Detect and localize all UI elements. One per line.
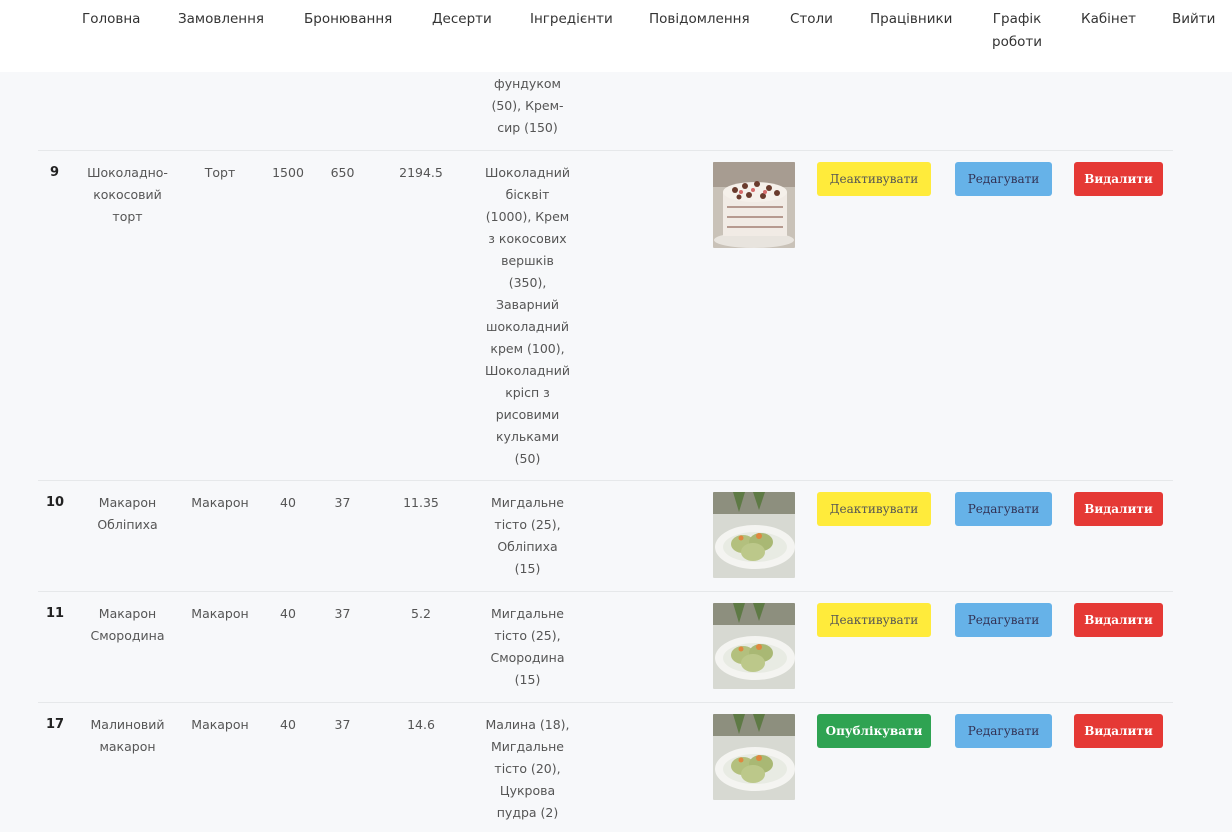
dessert-price: 2194.5 (399, 165, 443, 180)
delete-button[interactable]: Видалити (1074, 492, 1163, 526)
dessert-type: Макарон (191, 495, 249, 510)
dessert-name: Малиновий макарон (90, 717, 165, 754)
edit-button[interactable]: Редагувати (955, 492, 1052, 526)
dessert-type: Макарон (191, 717, 249, 732)
dessert-weight: 40 (280, 606, 296, 621)
nav-staff[interactable]: Працівники (870, 8, 952, 31)
top-navbar: Головна Замовлення Бронювання Десерти Ін… (0, 0, 1232, 72)
desserts-table: фундуком (50), Крем- сир (150) 9 Шоколад… (0, 72, 1232, 832)
nav-reservations[interactable]: Бронювання (304, 8, 392, 31)
row-divider (38, 702, 1173, 703)
dessert-price: 14.6 (407, 717, 435, 732)
dessert-type: Торт (204, 165, 236, 180)
dessert-name: Макарон Обліпиха (97, 495, 158, 532)
dessert-id: 17 (46, 717, 65, 732)
nav-tables[interactable]: Столи (790, 8, 833, 31)
dessert-price: 11.35 (403, 495, 439, 510)
table-row: 11 Макарон Смородина Макарон 40 37 5.2 М… (0, 591, 1232, 701)
nav-messages[interactable]: Повідомлення (649, 8, 750, 31)
table-row: 17 Малиновий макарон Макарон 40 37 14.6 … (0, 702, 1232, 832)
row-divider (38, 480, 1173, 481)
dessert-price: 5.2 (411, 606, 431, 621)
dessert-id: 9 (50, 165, 60, 180)
dessert-id: 10 (46, 495, 65, 510)
ingredients-cell: Шоколадний бісквіт (1000), Крем з кокосо… (485, 165, 570, 466)
table-row: 9 Шоколадно- кокосовий торт Торт 1500 65… (0, 150, 1232, 480)
ingredients-cell: фундуком (50), Крем- сир (150) (491, 76, 564, 135)
dessert-value2: 37 (334, 606, 351, 621)
delete-button[interactable]: Видалити (1074, 603, 1163, 637)
edit-button[interactable]: Редагувати (955, 603, 1052, 637)
nav-ingredients[interactable]: Інгредієнти (530, 8, 613, 31)
ingredients-cell: Мигдальне тісто (25), Смородина (15) (490, 606, 565, 687)
nav-orders[interactable]: Замовлення (178, 8, 264, 31)
cake-photo (713, 162, 795, 248)
deactivate-button[interactable]: Деактивувати (817, 603, 931, 637)
dessert-value2: 37 (334, 717, 351, 732)
nav-home[interactable]: Головна (82, 8, 140, 31)
nav-schedule[interactable]: Графік роботи (992, 8, 1042, 54)
dessert-value2: 650 (330, 165, 355, 180)
macaron-photo (713, 714, 795, 800)
dessert-value2: 37 (334, 495, 351, 510)
nav-desserts[interactable]: Десерти (432, 8, 492, 31)
dessert-weight: 40 (280, 495, 296, 510)
macaron-photo (713, 492, 795, 578)
ingredients-cell: Мигдальне тісто (25), Обліпиха (15) (491, 495, 564, 576)
macaron-photo (713, 603, 795, 689)
dessert-weight: 40 (280, 717, 296, 732)
delete-button[interactable]: Видалити (1074, 714, 1163, 748)
row-divider (38, 150, 1173, 151)
nav-logout[interactable]: Вийти (1172, 8, 1215, 31)
delete-button[interactable]: Видалити (1074, 162, 1163, 196)
edit-button[interactable]: Редагувати (955, 714, 1052, 748)
edit-button[interactable]: Редагувати (955, 162, 1052, 196)
dessert-name: Шоколадно- кокосовий торт (87, 165, 168, 224)
row-divider (38, 591, 1173, 592)
deactivate-button[interactable]: Деактивувати (817, 162, 931, 196)
nav-account[interactable]: Кабінет (1081, 8, 1136, 31)
dessert-name: Макарон Смородина (90, 606, 165, 643)
publish-button[interactable]: Опублікувати (817, 714, 931, 748)
ingredients-cell: Малина (18), Мигдальне тісто (20), Цукро… (485, 717, 570, 820)
dessert-weight: 1500 (272, 165, 304, 180)
table-row: 10 Макарон Обліпиха Макарон 40 37 11.35 … (0, 480, 1232, 590)
deactivate-button[interactable]: Деактивувати (817, 492, 931, 526)
dessert-type: Макарон (191, 606, 249, 621)
dessert-id: 11 (46, 606, 65, 621)
